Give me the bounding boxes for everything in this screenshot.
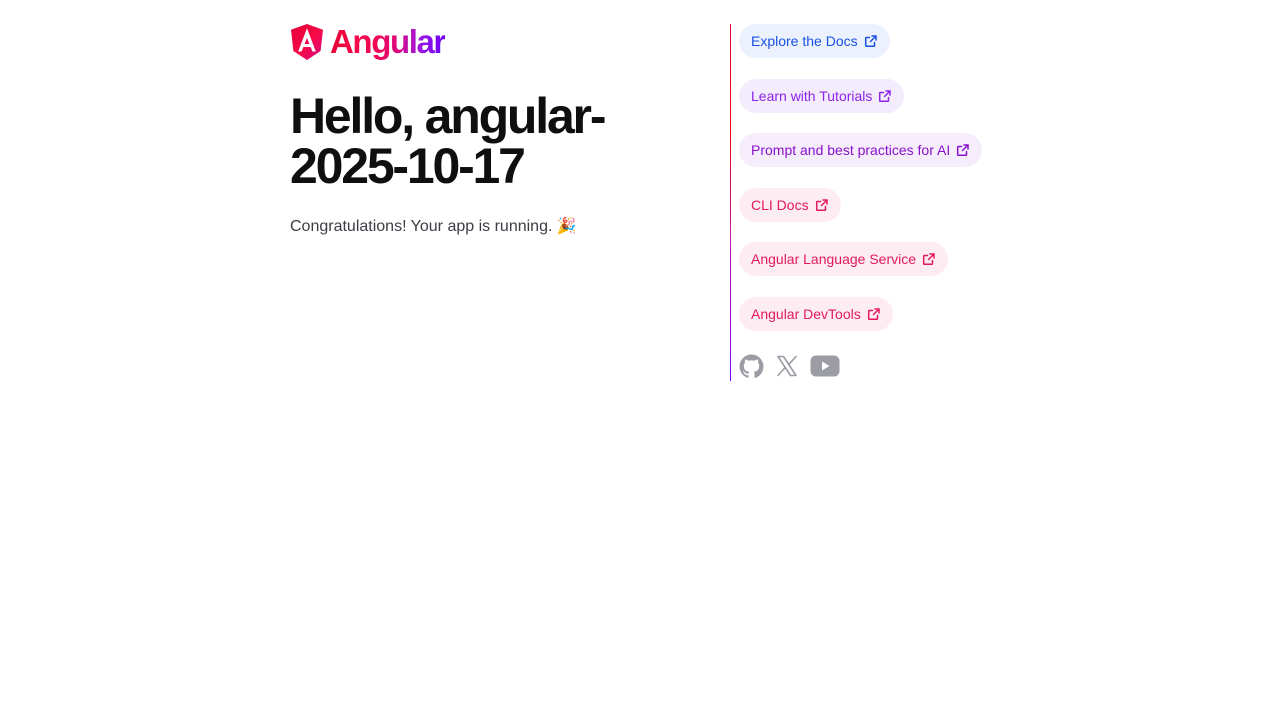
external-link-icon	[956, 143, 970, 157]
link-ai-practices[interactable]: Prompt and best practices for AI	[739, 133, 983, 167]
youtube-link[interactable]	[810, 355, 840, 377]
link-label: Angular DevTools	[751, 305, 861, 322]
github-icon	[739, 354, 764, 378]
x-link[interactable]	[775, 354, 799, 378]
link-tutorials[interactable]: Learn with Tutorials	[739, 78, 905, 113]
x-icon	[777, 355, 797, 377]
link-label: Explore the Docs	[751, 33, 858, 49]
external-link-icon	[878, 89, 892, 103]
link-cli-docs[interactable]: CLI Docs	[739, 187, 841, 222]
page-title: Hello, angular-2025-10-17	[290, 88, 606, 194]
link-language-service[interactable]: Angular Language Service	[739, 242, 949, 276]
page: Angular Hello, angular-2025-10-17 Congra…	[0, 0, 1280, 720]
youtube-icon	[810, 355, 840, 377]
external-link-icon	[815, 198, 829, 212]
hero-section: Angular Hello, angular-2025-10-17 Congra…	[290, 24, 720, 239]
link-label: CLI Docs	[751, 196, 809, 213]
link-label: Prompt and best practices for AI	[751, 142, 951, 158]
social-links	[739, 352, 982, 380]
link-devtools[interactable]: Angular DevTools	[739, 296, 893, 331]
angular-shield-icon	[291, 24, 323, 60]
external-link-icon	[864, 34, 878, 48]
resource-links: Explore the Docs Learn with Tutorials Pr…	[739, 24, 983, 351]
brand-name: Angular	[330, 23, 446, 60]
angular-logo: Angular	[290, 24, 720, 60]
resources-section: Explore the Docs Learn with Tutorials Pr…	[739, 24, 983, 380]
external-link-icon	[867, 307, 881, 321]
vertical-divider	[730, 24, 731, 381]
welcome-message: Congratulations! Your app is running. 🎉	[290, 218, 577, 235]
link-explore-docs[interactable]: Explore the Docs	[739, 24, 890, 58]
link-label: Learn with Tutorials	[751, 87, 873, 104]
link-label: Angular Language Service	[751, 251, 917, 267]
github-link[interactable]	[739, 354, 764, 379]
external-link-icon	[922, 252, 936, 266]
